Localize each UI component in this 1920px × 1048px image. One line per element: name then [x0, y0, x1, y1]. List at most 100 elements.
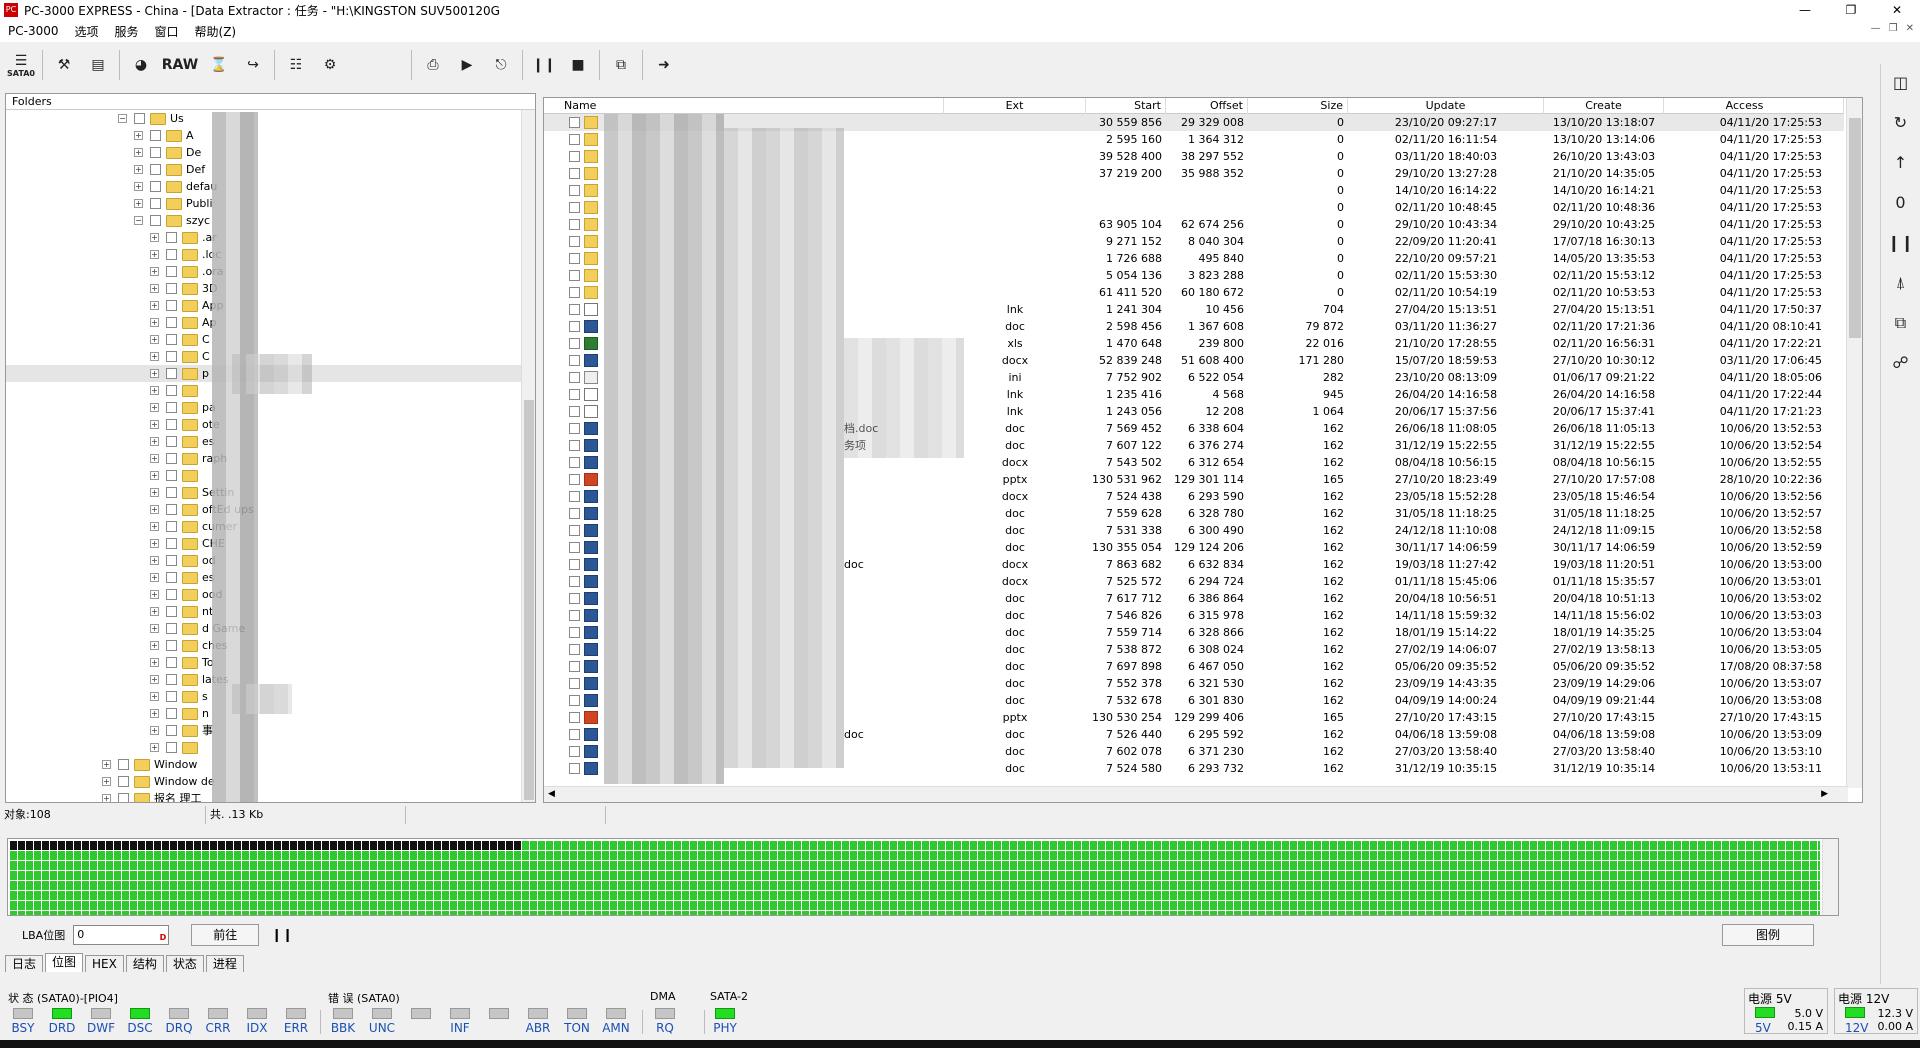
files-vertical-scrollbar[interactable]: [1846, 98, 1862, 788]
folder-checkbox[interactable]: [166, 538, 177, 549]
folder-checkbox[interactable]: [166, 351, 177, 362]
folder-checkbox[interactable]: [134, 113, 145, 124]
folder-tree-item[interactable]: + Window: [6, 756, 535, 773]
expand-icon[interactable]: +: [150, 675, 159, 684]
file-checkbox[interactable]: [569, 644, 580, 655]
folder-checkbox[interactable]: [150, 164, 161, 175]
folder-checkbox[interactable]: [166, 742, 177, 753]
pause-button[interactable]: ❙❙: [527, 48, 561, 82]
folder-checkbox[interactable]: [166, 657, 177, 668]
folder-checkbox[interactable]: [150, 181, 161, 192]
folder-checkbox[interactable]: [166, 436, 177, 447]
file-checkbox[interactable]: [569, 134, 580, 145]
cable-button[interactable]: ☍: [1886, 350, 1916, 376]
menu-pc3000[interactable]: PC-3000: [0, 24, 66, 38]
expand-icon[interactable]: +: [150, 505, 159, 514]
file-checkbox[interactable]: [569, 474, 580, 485]
folder-checkbox[interactable]: [166, 606, 177, 617]
folder-checkbox[interactable]: [166, 249, 177, 260]
expand-icon[interactable]: +: [150, 607, 159, 616]
file-checkbox[interactable]: [569, 287, 580, 298]
folder-checkbox[interactable]: [166, 504, 177, 515]
expand-icon[interactable]: +: [150, 420, 159, 429]
file-checkbox[interactable]: [569, 185, 580, 196]
file-checkbox[interactable]: [569, 117, 580, 128]
folder-checkbox[interactable]: [166, 674, 177, 685]
folder-tree-item[interactable]: + nt: [6, 603, 535, 620]
folder-tree-item[interactable]: − szyc: [6, 212, 535, 229]
folder-checkbox[interactable]: [150, 215, 161, 226]
expand-icon[interactable]: +: [134, 165, 143, 174]
folder-checkbox[interactable]: [118, 793, 129, 802]
expand-icon[interactable]: +: [150, 743, 159, 752]
expand-icon[interactable]: +: [150, 556, 159, 565]
expand-icon[interactable]: +: [150, 386, 159, 395]
expand-icon[interactable]: +: [134, 182, 143, 191]
file-checkbox[interactable]: [569, 270, 580, 281]
col-ext[interactable]: Ext: [944, 98, 1086, 114]
file-checkbox[interactable]: [569, 372, 580, 383]
folder-tree-item[interactable]: +.ora: [6, 263, 535, 280]
search-button[interactable]: ◕: [124, 48, 158, 82]
col-create[interactable]: Create: [1544, 98, 1664, 114]
expand-icon[interactable]: +: [102, 794, 111, 802]
file-checkbox[interactable]: [569, 678, 580, 689]
expand-icon[interactable]: +: [150, 709, 159, 718]
raw-button[interactable]: RAW: [158, 48, 202, 82]
folder-checkbox[interactable]: [166, 266, 177, 277]
file-checkbox[interactable]: [569, 610, 580, 621]
expand-icon[interactable]: +: [150, 539, 159, 548]
folder-checkbox[interactable]: [166, 708, 177, 719]
folder-checkbox[interactable]: [166, 725, 177, 736]
folder-tree-item[interactable]: +App: [6, 297, 535, 314]
collapse-icon[interactable]: −: [134, 216, 143, 225]
col-access[interactable]: Access: [1664, 98, 1844, 114]
folder-checkbox[interactable]: [166, 589, 177, 600]
folder-tree-item[interactable]: + To: [6, 654, 535, 671]
expand-icon[interactable]: +: [150, 692, 159, 701]
folder-checkbox[interactable]: [166, 283, 177, 294]
maximize-button[interactable]: ❐: [1828, 0, 1874, 20]
files-horizontal-scrollbar[interactable]: ◀ ▶: [544, 786, 1848, 802]
folder-tree-item[interactable]: +3D: [6, 280, 535, 297]
decimal-toggle-icon[interactable]: D: [160, 929, 167, 947]
folder-checkbox[interactable]: [166, 453, 177, 464]
file-checkbox[interactable]: [569, 576, 580, 587]
expand-icon[interactable]: +: [150, 284, 159, 293]
expand-icon[interactable]: +: [102, 760, 111, 769]
file-checkbox[interactable]: [569, 593, 580, 604]
folder-tree-item[interactable]: − Us: [6, 110, 535, 127]
goto-button[interactable]: 前往: [191, 924, 260, 946]
expand-icon[interactable]: +: [150, 641, 159, 650]
menu-options[interactable]: 选项: [66, 23, 106, 40]
expand-icon[interactable]: +: [150, 250, 159, 259]
file-checkbox[interactable]: [569, 542, 580, 553]
file-checkbox[interactable]: [569, 763, 580, 774]
folder-tree-item[interactable]: +: [6, 739, 535, 756]
folder-checkbox[interactable]: [166, 368, 177, 379]
file-checkbox[interactable]: [569, 746, 580, 757]
expand-icon[interactable]: +: [150, 624, 159, 633]
folder-tree-item[interactable]: +: [6, 467, 535, 484]
folder-tree-item[interactable]: + defau: [6, 178, 535, 195]
folder-tree-item[interactable]: +.loc: [6, 246, 535, 263]
bitmap-pause-icon[interactable]: ❙❙: [271, 928, 293, 943]
folder-checkbox[interactable]: [166, 232, 177, 243]
folder-tree-item[interactable]: + .ar: [6, 229, 535, 246]
expand-icon[interactable]: +: [150, 301, 159, 310]
menu-window[interactable]: 窗口: [147, 23, 187, 40]
file-checkbox[interactable]: [569, 236, 580, 247]
folder-checkbox[interactable]: [166, 623, 177, 634]
menu-help[interactable]: 帮助(Z): [187, 23, 245, 40]
col-start[interactable]: Start: [1086, 98, 1166, 114]
folder-tree-item[interactable]: + od: [6, 552, 535, 569]
tab-5[interactable]: 进程: [205, 955, 244, 972]
folder-checkbox[interactable]: [166, 521, 177, 532]
power-on-button[interactable]: ◫: [1886, 70, 1916, 96]
tree-button[interactable]: ☷: [279, 48, 313, 82]
tree-settings-button[interactable]: ⚙: [313, 48, 347, 82]
lba-input[interactable]: 0D: [73, 925, 170, 947]
folder-tree-item[interactable]: +cumer: [6, 518, 535, 535]
col-name[interactable]: Name: [544, 98, 944, 114]
file-checkbox[interactable]: [569, 423, 580, 434]
